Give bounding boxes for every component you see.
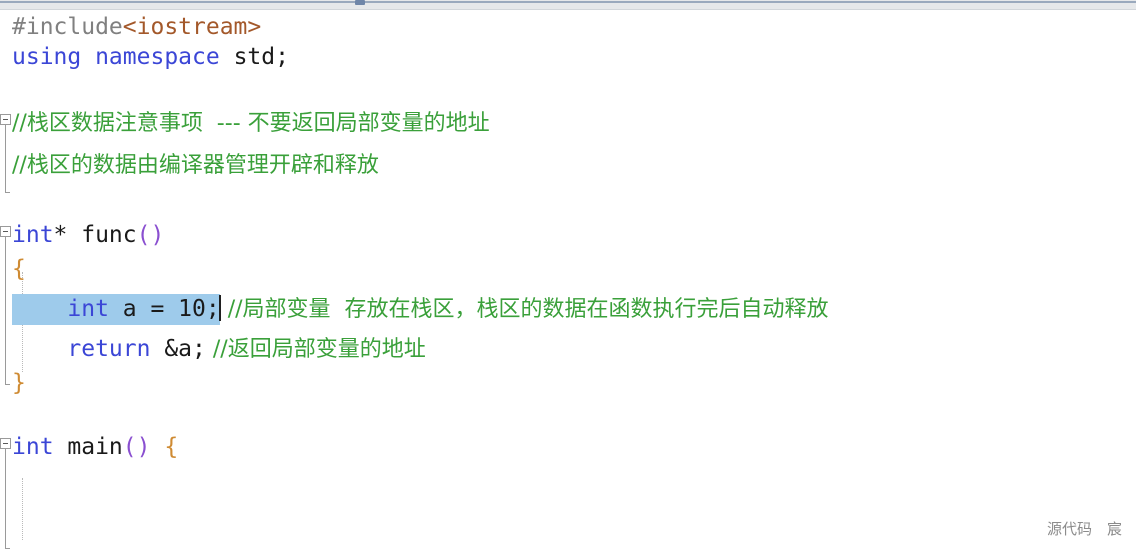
token-open-brace-main: { bbox=[150, 434, 179, 460]
token-comment-stack-note: //栈区数据注意事项 --- 不要返回局部变量的地址 bbox=[12, 111, 490, 136]
token-return-expr: &a; bbox=[150, 336, 206, 362]
scrollbar-thumb[interactable] bbox=[355, 0, 365, 5]
code-line-6-blank[interactable] bbox=[0, 186, 1136, 220]
token-comment-local-var: //局部变量 存放在栈区，栈区的数据在函数执行完后自动释放 bbox=[227, 297, 829, 322]
token-header-name: <iostream> bbox=[122, 14, 262, 40]
token-keyword-int: int bbox=[12, 222, 54, 248]
token-main-parens: () bbox=[122, 434, 151, 460]
code-line-4[interactable]: //栈区数据注意事项 --- 不要返回局部变量的地址 bbox=[0, 106, 1136, 140]
code-line-1[interactable]: #include<iostream> bbox=[0, 10, 1136, 44]
token-keyword-int-main: int bbox=[12, 434, 54, 460]
token-keyword-using-namespace: using namespace bbox=[12, 44, 220, 70]
code-line-13[interactable]: int main() { bbox=[0, 430, 1136, 464]
code-line-9[interactable]: int a = 10; //局部变量 存放在栈区，栈区的数据在函数执行完后自动释… bbox=[0, 292, 1136, 326]
code-line-5[interactable]: //栈区的数据由编译器管理开辟和释放 bbox=[0, 148, 1136, 182]
watermark-label: 源代码 宸 bbox=[1046, 520, 1122, 538]
token-close-brace-func: } bbox=[12, 370, 26, 396]
code-line-10[interactable]: return &a; //返回局部变量的地址 bbox=[0, 332, 1136, 366]
code-content[interactable]: #include<iostream> using namespace std; … bbox=[0, 10, 1136, 545]
selected-statement[interactable]: int a = 10; bbox=[12, 294, 220, 325]
token-comment-stack-managed: //栈区的数据由编译器管理开辟和释放 bbox=[12, 153, 379, 178]
token-keyword-return: return bbox=[67, 336, 151, 362]
token-open-brace-func: { bbox=[12, 256, 26, 282]
token-parens: () bbox=[136, 222, 165, 248]
horizontal-scrollbar[interactable] bbox=[0, 0, 1136, 10]
code-editor[interactable]: #include<iostream> using namespace std; … bbox=[0, 0, 1136, 549]
token-comment-return-addr: //返回局部变量的地址 bbox=[212, 337, 426, 362]
code-line-3-blank[interactable] bbox=[0, 72, 1136, 106]
scrollbar-track-line bbox=[0, 1, 1136, 3]
token-declaration-rest: a = 10; bbox=[108, 296, 220, 322]
code-line-8[interactable]: { bbox=[0, 252, 1136, 286]
token-keyword-int-local: int bbox=[67, 296, 109, 322]
token-preprocessor: #include bbox=[12, 14, 123, 40]
code-line-14-blank[interactable] bbox=[0, 466, 1136, 500]
token-std: std; bbox=[219, 44, 289, 70]
code-line-2[interactable]: using namespace std; bbox=[0, 40, 1136, 74]
code-line-11[interactable]: } bbox=[0, 366, 1136, 400]
token-func-name: * func bbox=[53, 222, 137, 248]
code-line-7[interactable]: int* func() bbox=[0, 218, 1136, 252]
token-main-name: main bbox=[53, 434, 123, 460]
code-line-15-blank[interactable] bbox=[0, 500, 1136, 534]
selection-indent bbox=[12, 296, 67, 322]
